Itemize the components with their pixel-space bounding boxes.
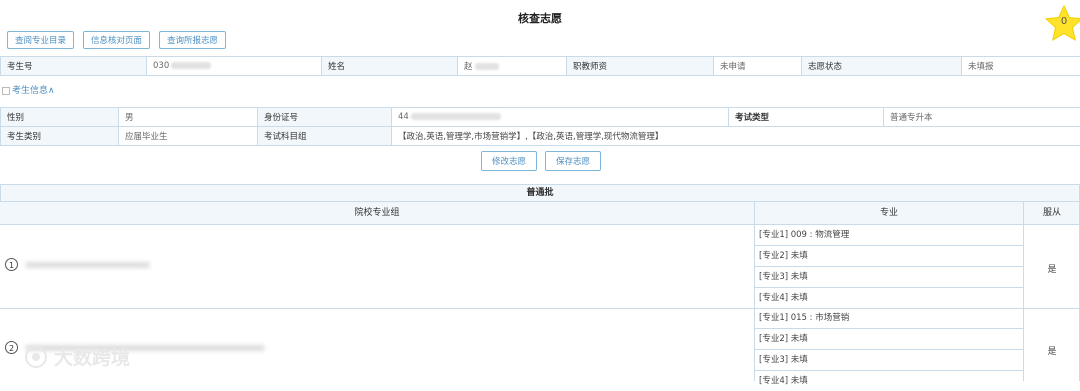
page-title: 核查志愿 (0, 10, 1080, 26)
col-group-header: 院校专业组 (0, 202, 754, 225)
obey-value-2: 是 (1024, 344, 1080, 357)
summary-table: 考生号 030 姓名 赵 职教师资 未申请 志愿状态 未填报 (0, 56, 1080, 76)
favorite-badge[interactable]: 0 (1044, 4, 1080, 44)
auth-label: 职教师资 (567, 57, 714, 76)
divider (754, 202, 755, 381)
major-catalog-button[interactable]: 查阅专业目录 (7, 31, 74, 49)
query-choices-button[interactable]: 查询所报志愿 (159, 31, 226, 49)
toolbar: 查阅专业目录 信息核对页面 查询所报志愿 (7, 31, 226, 49)
student-info-toggle[interactable]: 考生信息∧ (2, 83, 55, 96)
modify-choices-button[interactable]: 修改志愿 (481, 151, 537, 171)
name-value: 赵 (458, 57, 567, 76)
checkbox-icon (2, 87, 10, 95)
exam-no-label: 考生号 (1, 57, 147, 76)
major-1-3: [专业3] 未填 (759, 267, 808, 287)
id-label: 身份证号 (258, 108, 392, 127)
save-choices-button[interactable]: 保存志愿 (545, 151, 601, 171)
badge-count: 0 (1044, 16, 1080, 27)
group-index-2: 2 (5, 341, 18, 354)
major-2-4: [专业4] 未填 (759, 371, 808, 391)
info-check-button[interactable]: 信息核对页面 (83, 31, 150, 49)
major-2-1: [专业1] 015 : 市场营销 (759, 308, 849, 328)
gender-value: 男 (119, 108, 258, 127)
category-value: 应届毕业生 (119, 127, 258, 146)
exam-type-value: 普通专升本 (884, 108, 1080, 127)
category-label: 考生类别 (1, 127, 119, 146)
name-label: 姓名 (322, 57, 458, 76)
major-1-4: [专业4] 未填 (759, 288, 808, 308)
auth-value: 未申请 (714, 57, 802, 76)
student-info-table: 性别 男 身份证号 44 考试类型 普通专升本 考生类别 应届毕业生 考试科目组… (0, 107, 1080, 146)
gender-label: 性别 (1, 108, 119, 127)
col-obey-header: 服从 (1024, 202, 1080, 225)
subject-group-value: 【政治,英语,管理学,市场营销学】,【政治,英语,管理学,现代物流管理】 (392, 127, 1080, 146)
watermark: 大数跨境 (24, 343, 130, 370)
major-1-2: [专业2] 未填 (759, 246, 808, 266)
redacted-group-name (25, 262, 150, 268)
exam-no-value: 030 (147, 57, 322, 76)
obey-value-1: 是 (1024, 262, 1080, 275)
group-index-1: 1 (5, 258, 18, 271)
subject-group-label: 考试科目组 (258, 127, 392, 146)
major-2-2: [专业2] 未填 (759, 329, 808, 349)
major-2-3: [专业3] 未填 (759, 350, 808, 370)
major-1-1: [专业1] 009 : 物流管理 (759, 225, 849, 245)
status-label: 志愿状态 (802, 57, 962, 76)
status-value: 未填报 (962, 57, 1080, 76)
exam-type-label: 考试类型 (729, 108, 884, 127)
id-value: 44 (392, 108, 729, 127)
batch-title: 普通批 (0, 184, 1080, 202)
group-divider (0, 308, 1080, 309)
col-major-header: 专业 (755, 202, 1023, 225)
action-buttons: 修改志愿 保存志愿 (481, 151, 601, 171)
watermark-logo-icon (24, 345, 48, 369)
